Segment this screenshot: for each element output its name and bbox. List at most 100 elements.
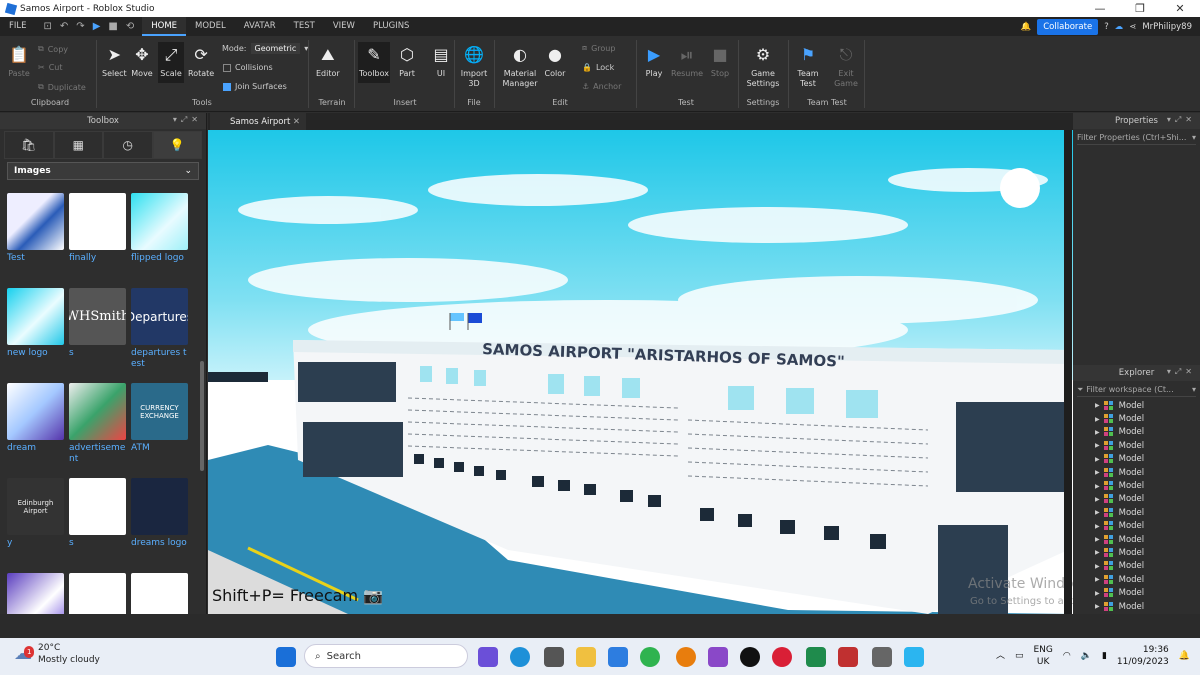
share-icon[interactable]: ⋖ [1129,22,1136,32]
expand-arrow-icon[interactable]: ▶ [1095,469,1100,476]
expand-arrow-icon[interactable]: ▶ [1095,576,1100,583]
tab-view[interactable]: VIEW [324,17,364,36]
expand-arrow-icon[interactable]: ▶ [1095,549,1100,556]
explorer-item[interactable]: ▶ Model [1073,560,1200,573]
anchor-button[interactable]: ⚓ Anchor [582,82,621,91]
tab-avatar[interactable]: AVATAR [235,17,285,36]
file-menu[interactable]: FILE [0,17,36,36]
expand-arrow-icon[interactable]: ▶ [1095,416,1100,423]
tab-test[interactable]: TEST [285,17,324,36]
roblox-player-icon[interactable] [872,647,892,667]
clipchamp-icon[interactable] [708,647,728,667]
explorer-item[interactable]: ▶ Model [1073,533,1200,546]
toolbox-item[interactable]: Edinburgh Airport y [7,478,64,549]
explorer-item[interactable]: ▶ Model [1073,439,1200,452]
pane-controls[interactable]: ▾⤢✕ [173,115,202,125]
select-button[interactable]: ➤ Select [102,44,127,79]
join-surfaces-checkbox[interactable]: Join Surfaces [223,82,287,91]
toolbox-item[interactable]: finally [69,193,126,264]
expand-arrow-icon[interactable]: ▶ [1095,496,1100,503]
volume-icon[interactable]: 🔈 [1081,650,1092,662]
rotate-button[interactable]: ⟳ Rotate [188,44,214,79]
stop-quick-icon[interactable]: ■ [108,21,117,32]
explorer-item[interactable]: ▶ Model [1073,399,1200,412]
collisions-checkbox[interactable]: Collisions [223,63,273,72]
explorer-item[interactable]: ▶ Model [1073,453,1200,466]
tab-inventory[interactable]: ▦ [53,131,103,159]
ui-button[interactable]: ▤ UI [430,44,452,79]
roblox-studio-icon[interactable] [608,647,628,667]
undo-icon[interactable]: ↶ [60,21,68,32]
wifi-icon[interactable]: ◠ [1063,650,1071,662]
copy-button[interactable]: ⧉ Copy [38,44,68,54]
explorer-item[interactable]: ▶ Model [1073,466,1200,479]
toolbox-item[interactable]: advertisement [69,383,126,465]
language-indicator[interactable]: ENG UK [1033,644,1052,668]
lock-button[interactable]: 🔒 Lock [582,63,614,72]
viewport-scrollbar[interactable] [1064,130,1072,614]
username[interactable]: MrPhilipy89 [1142,22,1192,32]
collaborate-button[interactable]: Collaborate [1037,18,1099,35]
expand-arrow-icon[interactable]: ▶ [1095,442,1100,449]
game-settings-button[interactable]: ⚙ Game Settings [746,44,780,89]
toolbox-item[interactable]: new logo [7,288,64,359]
play-quick-icon[interactable]: ▶ [93,21,101,32]
file-explorer-icon[interactable] [576,647,596,667]
mode-select[interactable]: Mode: Geometric ▾ [222,43,308,54]
explorer-item[interactable]: ▶ Model [1073,506,1200,519]
maximize-button[interactable]: ❐ [1120,2,1160,15]
explorer-item[interactable]: ▶ Model [1073,412,1200,425]
tab-creations[interactable]: 💡 [152,131,202,159]
expand-arrow-icon[interactable]: ▶ [1095,523,1100,530]
start-windows-icon[interactable] [276,647,296,667]
pane-controls[interactable]: ▾⤢✕ [1167,367,1196,377]
explorer-item[interactable]: ▶ Model [1073,479,1200,492]
category-dropdown[interactable]: Images ⌄ [7,162,199,180]
close-icon[interactable]: ✕ [293,117,300,127]
tab-marketplace[interactable]: 🛍 [4,131,54,159]
play-button[interactable]: ▶ Play [643,44,665,79]
explorer-item[interactable]: ▶ Model [1073,546,1200,559]
excel-icon[interactable] [806,647,826,667]
scale-button[interactable]: ⤢ Scale [158,42,184,83]
expand-arrow-icon[interactable]: ▶ [1095,509,1100,516]
expand-arrow-icon[interactable]: ▶ [1095,456,1100,463]
color-button[interactable]: ● Color [544,44,566,79]
team-test-button[interactable]: ⚑ Team Test [794,44,822,89]
teams-icon[interactable] [478,647,498,667]
toolbox-item[interactable]: dreams logo [131,478,188,549]
tab-model[interactable]: MODEL [186,17,235,36]
toolbox-item[interactable]: CURRENCY EXCHANGE ATM [131,383,188,454]
expand-arrow-icon[interactable]: ▶ [1095,603,1100,610]
move-button[interactable]: ✥ Move [131,44,153,79]
toolbox-scrollbar[interactable] [200,361,204,471]
3d-viewport[interactable]: SAMOS AIRPORT "ARISTARHOS OF SAMOS" Acti… [208,130,1073,614]
opera-icon[interactable] [772,647,792,667]
edge-icon[interactable] [510,647,530,667]
toolbox-item[interactable]: s [69,478,126,549]
pane-controls[interactable]: ▾⤢✕ [1167,115,1196,125]
blender-icon[interactable] [676,647,696,667]
clock[interactable]: 19:36 11/09/2023 [1117,644,1169,668]
notifications-icon[interactable]: 🔔 [1179,650,1190,662]
cloud-icon[interactable]: ☁ [1115,22,1124,32]
chevron-up-icon[interactable]: ︿ [996,650,1005,662]
toolbox-item[interactable]: flipped logo [131,193,188,264]
toolbox-button[interactable]: ✎ Toolbox [358,42,390,83]
toolbox-item[interactable]: WHSmith s [69,288,126,359]
expand-arrow-icon[interactable]: ▶ [1095,563,1100,570]
expand-arrow-icon[interactable]: ▶ [1095,536,1100,543]
undo2-icon[interactable]: ⟲ [126,21,134,32]
xbox-icon[interactable] [640,647,660,667]
properties-filter-input[interactable]: Filter Properties (Ctrl+Shi... ▾ [1077,131,1196,145]
cut-button[interactable]: ✂ Cut [38,63,63,72]
battery-icon[interactable]: ▭ [1015,650,1024,662]
explorer-item[interactable]: ▶ Model [1073,600,1200,613]
toolbox-item[interactable]: dream [7,383,64,454]
expand-arrow-icon[interactable]: ▶ [1095,429,1100,436]
expand-arrow-icon[interactable]: ▶ [1095,402,1100,409]
close-button[interactable]: ✕ [1160,2,1200,15]
weather-widget[interactable]: ☁ 1 20°C Mostly cloudy [14,642,100,666]
toolbox-item[interactable]: Test [7,193,64,264]
paste-button[interactable]: 📋 Paste [8,44,30,79]
